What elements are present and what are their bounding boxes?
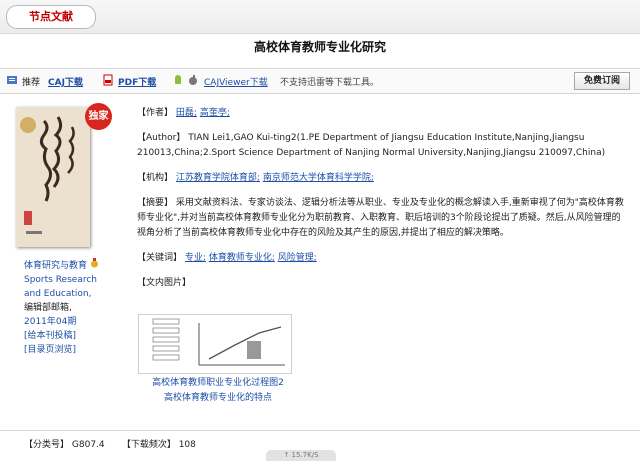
download-toolbar: 推荐 CAJ下载 PDF下载 CAJViewer下载 不支持迅雷等下载工具。 免… <box>0 68 640 94</box>
figures-row: 【文内图片】 <box>137 276 627 291</box>
authors-label: 【作者】 <box>137 108 174 118</box>
figure-caption-line-2[interactable]: 高校体育教师专业化的特点 <box>138 391 298 406</box>
speed-indicator: ↑ 15.7K/S <box>266 450 336 461</box>
author-link[interactable]: 高奎亭; <box>200 108 230 118</box>
download-label: 【下载频次】 <box>121 440 176 450</box>
article-details: 【作者】 田磊; 高奎亭; 【Author】 TIAN Lei1,GAO Kui… <box>137 106 627 301</box>
author-en-row: 【Author】 TIAN Lei1,GAO Kui-ting2(1.PE De… <box>137 131 627 161</box>
journal-name-en-2[interactable]: and Education, <box>24 289 91 299</box>
journal-name-en-1[interactable]: Sports Research <box>24 275 97 285</box>
authors-row: 【作者】 田磊; 高奎亭; <box>137 106 627 121</box>
abstract-text: 采用文献资料法、专家访谈法、逻辑分析法等从职业、专业及专业化的概念解读入手,重新… <box>137 198 624 238</box>
org-link[interactable]: 南京师范大学体育科学学院; <box>263 173 374 183</box>
apple-icon <box>189 75 197 85</box>
contribute-link[interactable]: [给本刊投稿] <box>24 331 76 341</box>
author-link[interactable]: 田磊; <box>176 108 197 118</box>
abstract-row: 【摘要】 采用文献资料法、专家访谈法、逻辑分析法等从职业、专业及专业化的概念解读… <box>137 196 627 241</box>
class-value: G807.4 <box>71 440 105 450</box>
figure-caption[interactable]: 高校体育教师职业专业化过程图2 高校体育教师专业化的特点 <box>138 376 298 406</box>
figures-label: 【文内图片】 <box>137 278 192 288</box>
figure-caption-line-1[interactable]: 高校体育教师职业专业化过程图2 <box>138 376 298 391</box>
pdf-download-link[interactable]: PDF下载 <box>118 78 156 88</box>
journal-editor: 编辑部邮箱, <box>24 303 72 313</box>
keyword-link[interactable]: 风险管理; <box>278 253 317 263</box>
author-en-label: 【Author】 <box>137 133 186 143</box>
recommend-icon <box>7 76 17 84</box>
journal-cover-image[interactable] <box>16 107 90 247</box>
section-tag: 节点文献 <box>6 5 96 29</box>
download-value: 108 <box>178 440 196 450</box>
keywords-row: 【关键词】 专业; 体育教师专业化; 风险管理; <box>137 251 627 266</box>
org-link[interactable]: 江苏教育学院体育部; <box>176 173 260 183</box>
org-row: 【机构】 江苏教育学院体育部; 南京师范大学体育科学学院; <box>137 171 627 186</box>
toc-link[interactable]: [目录页浏览] <box>24 345 76 355</box>
recommend-label: 推荐 <box>22 78 41 88</box>
journal-name-link[interactable]: 体育研究与教育 <box>24 261 87 271</box>
keyword-link[interactable]: 专业; <box>185 253 206 263</box>
page-title: 高校体育教师专业化研究 <box>253 40 386 54</box>
org-label: 【机构】 <box>137 173 174 183</box>
cajviewer-download-link[interactable]: CAJViewer下载 <box>204 78 268 88</box>
top-bar: 节点文献 <box>0 0 640 34</box>
figure-diagram <box>152 318 285 366</box>
keyword-link[interactable]: 体育教师专业化; <box>209 253 275 263</box>
keywords-label: 【关键词】 <box>137 253 183 263</box>
class-label: 【分类号】 <box>24 440 70 450</box>
figure-thumbnail[interactable] <box>138 314 292 374</box>
meta-line: 【分类号】 G807.4 【下载频次】 108 <box>24 437 196 450</box>
caj-download-link[interactable]: CAJ下载 <box>48 78 83 88</box>
free-subscribe-button[interactable]: 免费订阅 <box>574 72 630 90</box>
android-icon <box>175 75 181 84</box>
xunlei-note: 不支持迅雷等下载工具。 <box>280 78 380 88</box>
medal-icon <box>90 258 98 268</box>
abstract-label: 【摘要】 <box>137 198 174 208</box>
journal-info: 体育研究与教育 Sports Research and Education, 编… <box>24 258 112 357</box>
cover-art <box>16 107 90 247</box>
exclusive-badge: 独家 <box>85 103 112 130</box>
pdf-icon <box>103 74 113 86</box>
journal-issue-link[interactable]: 2011年04期 <box>24 317 76 327</box>
author-en-text: TIAN Lei1,GAO Kui-ting2(1.PE Department … <box>137 133 606 158</box>
